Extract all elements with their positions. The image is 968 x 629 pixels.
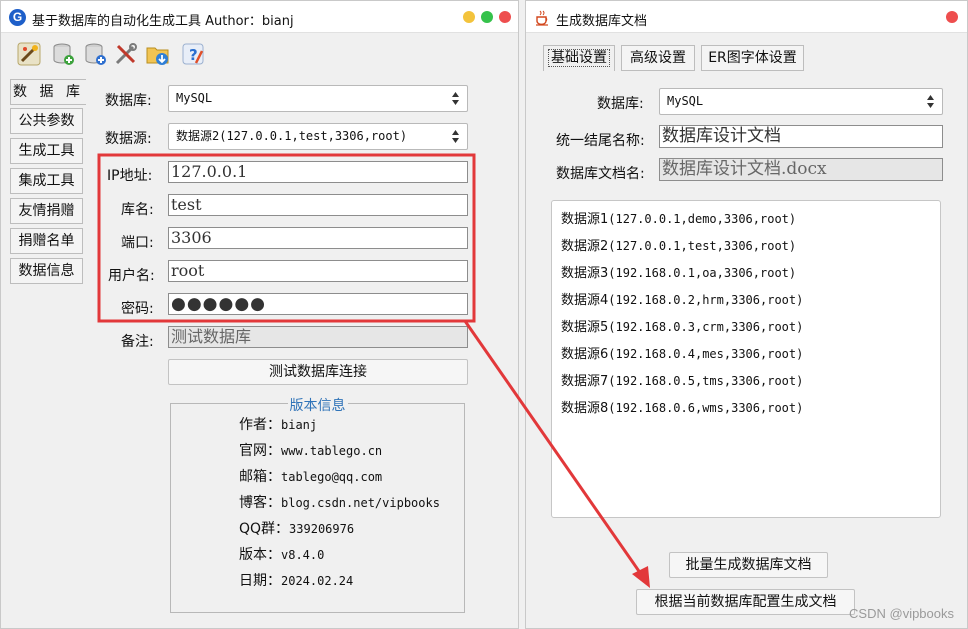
doc-db-select[interactable]: MySQL	[659, 88, 943, 115]
db-type-label: 数据库:	[105, 93, 152, 109]
tab-generate-tools[interactable]: 生成工具	[10, 138, 83, 164]
list-item[interactable]: 数据源5(192.168.0.3,crm,3306,root)	[561, 316, 803, 335]
wand-icon[interactable]	[16, 41, 42, 67]
website-line[interactable]: 官网：www.tablego.cn	[239, 440, 382, 460]
tab-er-font-settings[interactable]: ER图字体设置	[701, 45, 804, 71]
tab-integration-tools[interactable]: 集成工具	[10, 168, 83, 194]
tab-database[interactable]: 数 据 库	[10, 79, 86, 105]
username-label: 用户名:	[108, 268, 155, 284]
close-button[interactable]	[946, 11, 958, 23]
dbname-label: 库名:	[121, 202, 154, 218]
doc-window-title: 生成数据库文档	[556, 14, 648, 29]
minimize-button[interactable]	[463, 11, 475, 23]
qq-group-line: QQ群：339206976	[239, 521, 355, 537]
main-titlebar: G 基于数据库的自动化生成工具 Author：bianj	[1, 1, 518, 33]
list-item[interactable]: 数据源1(127.0.0.1,demo,3306,root)	[561, 208, 796, 227]
suffix-field[interactable]: 数据库设计文档	[659, 125, 943, 148]
docname-label: 数据库文档名:	[556, 166, 645, 182]
main-window-title: 基于数据库的自动化生成工具 Author：bianj	[32, 14, 294, 29]
datasource-select[interactable]: 数据源2(127.0.0.1,test,3306,root)	[168, 123, 468, 150]
list-item[interactable]: 数据源2(127.0.0.1,test,3306,root)	[561, 235, 796, 254]
spinner-arrows-icon	[927, 95, 934, 108]
list-item[interactable]: 数据源4(192.168.0.2,hrm,3306,root)	[561, 289, 803, 308]
email-line[interactable]: 邮箱：tablego@qq.com	[239, 466, 382, 486]
note-field[interactable]: 测试数据库	[168, 326, 468, 348]
tab-common-params[interactable]: 公共参数	[10, 108, 83, 134]
help-icon[interactable]: ?	[180, 41, 206, 67]
list-item[interactable]: 数据源6(192.168.0.4,mes,3306,root)	[561, 343, 803, 362]
suffix-label: 统一结尾名称:	[556, 133, 645, 149]
list-item[interactable]: 数据源3(192.168.0.1,oa,3306,root)	[561, 262, 796, 281]
maximize-button[interactable]	[481, 11, 493, 23]
datasource-value: 数据源2(127.0.0.1,test,3306,root)	[176, 129, 408, 143]
folder-download-icon[interactable]	[145, 41, 171, 67]
blog-line[interactable]: 博客：blog.csdn.net/vipbooks	[239, 492, 440, 512]
tab-advanced-settings[interactable]: 高级设置	[621, 45, 695, 71]
doc-db-value: MySQL	[667, 94, 704, 108]
datasource-label: 数据源:	[105, 131, 152, 147]
port-field[interactable]: 3306	[168, 227, 468, 249]
version-info-group: 版本信息 作者：bianj 官网：www.tablego.cn 邮箱：table…	[170, 398, 465, 613]
tab-data-info[interactable]: 数据信息	[10, 258, 83, 284]
author-line: 作者：bianj	[239, 417, 318, 433]
password-label: 密码:	[121, 301, 154, 317]
ip-field[interactable]: 127.0.0.1	[168, 161, 468, 183]
database-new-icon[interactable]	[82, 41, 108, 67]
doc-generate-window: 生成数据库文档 基础设置 高级设置 ER图字体设置 数据库: MySQL 统一结…	[525, 0, 968, 629]
version-line: 版本：v8.4.0	[239, 547, 325, 563]
tab-donation[interactable]: 友情捐赠	[10, 198, 83, 224]
list-item[interactable]: 数据源7(192.168.0.5,tms,3306,root)	[561, 370, 803, 389]
database-add-icon[interactable]	[50, 41, 76, 67]
spinner-arrows-icon	[452, 92, 459, 105]
datasource-list[interactable]: 数据源1(127.0.0.1,demo,3306,root) 数据源2(127.…	[551, 200, 941, 518]
close-button[interactable]	[499, 11, 511, 23]
doc-titlebar: 生成数据库文档	[526, 1, 967, 33]
generate-current-button[interactable]: 根据当前数据库配置生成文档	[636, 589, 855, 615]
ip-label: IP地址:	[107, 168, 153, 184]
db-type-select[interactable]: MySQL	[168, 85, 468, 112]
docname-field[interactable]: 数据库设计文档.docx	[659, 158, 943, 181]
version-info-title: 版本信息	[287, 398, 348, 414]
doc-db-label: 数据库:	[597, 96, 644, 112]
tab-donor-list[interactable]: 捐赠名单	[10, 228, 83, 254]
list-item[interactable]: 数据源8(192.168.0.6,wms,3306,root)	[561, 397, 803, 416]
db-type-value: MySQL	[176, 91, 213, 105]
test-connection-button[interactable]: 测试数据库连接	[168, 359, 468, 385]
port-label: 端口:	[121, 235, 154, 251]
tab-basic-settings[interactable]: 基础设置	[543, 45, 615, 71]
java-cup-icon	[536, 10, 548, 26]
tools-icon[interactable]	[113, 41, 139, 67]
watermark: CSDN @vipbooks	[849, 606, 954, 621]
spinner-arrows-icon	[452, 130, 459, 143]
password-field[interactable]: ●●●●●●	[168, 293, 468, 315]
date-line: 日期：2024.02.24	[239, 573, 354, 589]
main-window: G 基于数据库的自动化生成工具 Author：bianj ? 数 据 库 公共参…	[0, 0, 519, 629]
batch-generate-button[interactable]: 批量生成数据库文档	[669, 552, 828, 578]
username-field[interactable]: root	[168, 260, 468, 282]
dbname-field[interactable]: test	[168, 194, 468, 216]
app-logo-icon: G	[9, 9, 26, 26]
note-label: 备注:	[121, 334, 154, 350]
